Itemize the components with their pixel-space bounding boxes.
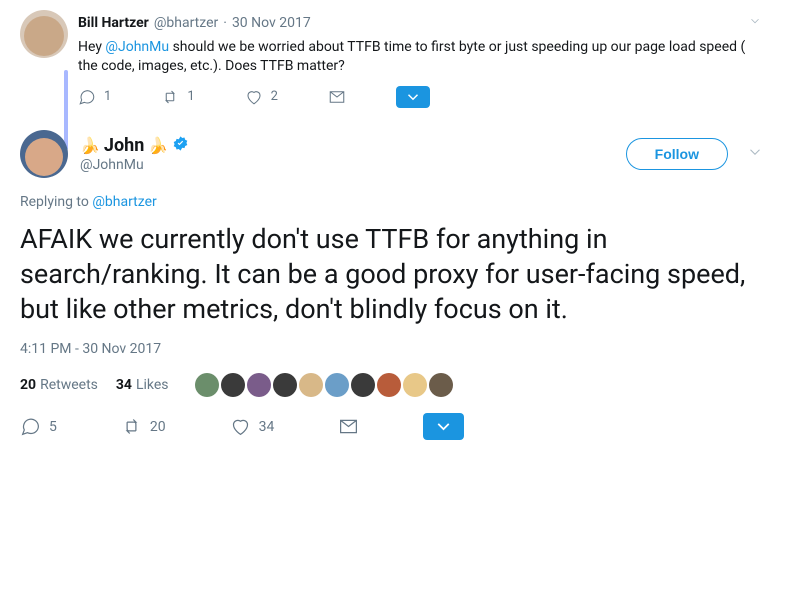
liker-avatar[interactable] — [325, 373, 349, 397]
like-button[interactable]: 34 — [230, 416, 275, 437]
like-count: 34 — [259, 419, 275, 435]
verified-icon — [172, 135, 189, 156]
liker-avatar[interactable] — [195, 373, 219, 397]
reply-button[interactable]: 5 — [20, 416, 57, 437]
retweet-count: 20 — [150, 419, 166, 435]
retweet-count[interactable]: 20 — [20, 377, 36, 393]
dm-button[interactable] — [328, 88, 346, 106]
liker-avatar[interactable] — [221, 373, 245, 397]
author-handle[interactable]: @JohnMu — [80, 157, 189, 173]
retweet-button[interactable]: 20 — [121, 416, 166, 437]
liker-avatar[interactable] — [403, 373, 427, 397]
parent-tweet: Bill Hartzer @bhartzer · 30 Nov 2017 Hey… — [20, 10, 768, 108]
caret-down-icon[interactable] — [742, 10, 768, 36]
like-label[interactable]: Likes — [136, 377, 169, 393]
main-tweet: 🍌 John 🍌 @JohnMu Follow Replying to @bha… — [20, 130, 768, 440]
timestamp[interactable]: 4:11 PM - 30 Nov 2017 — [20, 341, 768, 357]
more-menu-button[interactable] — [423, 413, 464, 440]
engagement-stats: 20 Retweets 34 Likes — [20, 373, 768, 397]
like-count[interactable]: 34 — [116, 377, 132, 393]
replying-to-link[interactable]: @bhartzer — [92, 194, 156, 210]
replying-to: Replying to @bhartzer — [20, 194, 768, 210]
emoji-icon: 🍌 — [80, 136, 100, 155]
mention-link[interactable]: @JohnMu — [105, 39, 169, 55]
caret-down-icon[interactable] — [742, 139, 768, 169]
parent-display-name[interactable]: Bill Hartzer — [78, 15, 149, 31]
parent-date[interactable]: 30 Nov 2017 — [232, 15, 311, 31]
parent-avatar[interactable] — [20, 10, 68, 58]
liker-avatar[interactable] — [273, 373, 297, 397]
dm-button[interactable] — [338, 416, 359, 437]
like-count: 2 — [271, 89, 278, 104]
parent-handle[interactable]: @bhartzer — [154, 15, 218, 31]
retweet-label[interactable]: Retweets — [40, 377, 98, 393]
liker-avatar[interactable] — [247, 373, 271, 397]
tweet-text: AFAIK we currently don't use TTFB for an… — [20, 222, 768, 327]
author-display-name[interactable]: John — [104, 135, 144, 156]
tweet-actions: 5 20 34 — [20, 413, 768, 440]
separator: · — [223, 15, 227, 31]
follow-button[interactable]: Follow — [626, 138, 728, 170]
retweet-button[interactable]: 1 — [161, 88, 194, 106]
reply-count: 5 — [49, 419, 57, 435]
emoji-icon: 🍌 — [148, 136, 168, 155]
more-menu-button[interactable] — [396, 86, 430, 108]
liker-avatar[interactable] — [429, 373, 453, 397]
replying-prefix: Replying to — [20, 194, 92, 210]
liker-avatars — [195, 373, 453, 397]
liker-avatar[interactable] — [377, 373, 401, 397]
retweet-count: 1 — [187, 89, 194, 104]
like-button[interactable]: 2 — [245, 88, 278, 106]
text-prefix: Hey — [78, 39, 105, 55]
liker-avatar[interactable] — [299, 373, 323, 397]
parent-text: Hey @JohnMu should we be worried about T… — [78, 38, 768, 76]
parent-actions: 1 1 2 — [78, 86, 768, 108]
reply-button[interactable]: 1 — [78, 88, 111, 106]
text-suffix: should we be worried about TTFB time to … — [78, 39, 745, 74]
author-avatar[interactable] — [20, 130, 68, 178]
liker-avatar[interactable] — [351, 373, 375, 397]
reply-count: 1 — [104, 89, 111, 104]
